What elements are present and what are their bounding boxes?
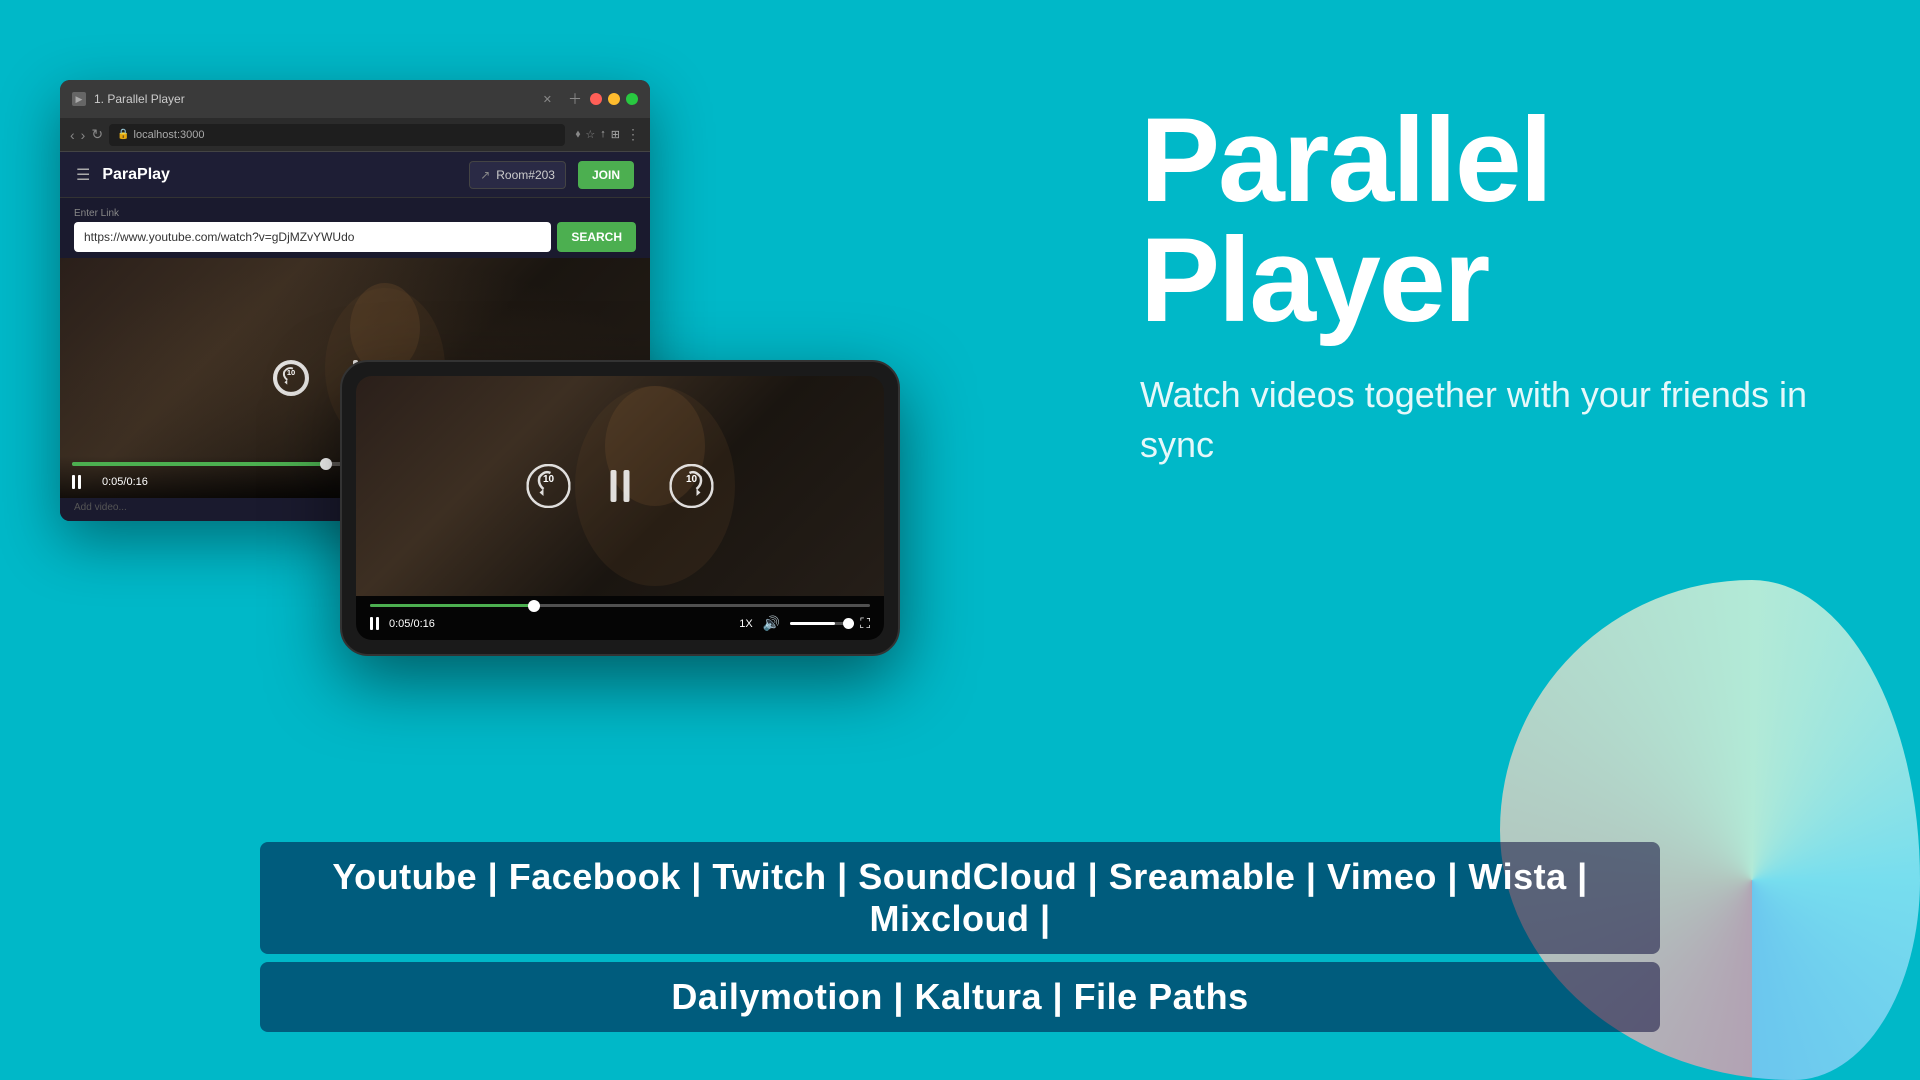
search-button[interactable]: SEARCH [557, 222, 636, 252]
phone-pause-icon [611, 470, 630, 502]
rewind-button[interactable]: 10 [273, 360, 309, 396]
phone-forward-button[interactable]: 10 [670, 464, 714, 508]
phone-pause-bar-right [624, 470, 630, 502]
traffic-lights [590, 93, 638, 105]
browser-favicon-icon: ▶ [72, 92, 86, 106]
browser-menu-icon[interactable]: ⋮ [626, 126, 640, 143]
phone-progress-handle[interactable] [528, 600, 540, 612]
phone-screen: 10 10 [356, 376, 884, 640]
phone-volume-fill [790, 622, 835, 625]
browser-titlebar: ▶ 1. Parallel Player ✕ ＋ [60, 80, 650, 118]
browser-tab-title: 1. Parallel Player [94, 92, 535, 106]
bottom-banner: Youtube | Facebook | Twitch | SoundCloud… [260, 842, 1660, 1040]
bottom-pause-bar-left [72, 475, 75, 489]
phone-rewind-button[interactable]: 10 [527, 464, 571, 508]
svg-text:10: 10 [287, 368, 295, 377]
tab-add-icon[interactable]: ＋ [568, 89, 582, 109]
banner-text-line1: Youtube | Facebook | Twitch | SoundCloud… [332, 856, 1587, 939]
phone-fullscreen-button[interactable]: ⛶ [860, 615, 870, 632]
bottom-pause-button[interactable] [72, 472, 92, 492]
phone-player-controls: 10 10 [527, 464, 714, 508]
bottom-pause-bar-right [78, 475, 81, 489]
room-number: Room#203 [496, 168, 555, 182]
bookmark-icon: ☆ [585, 128, 595, 141]
app-header: ☰ ParaPlay ↗ Room#203 JOIN [60, 152, 650, 198]
phone-volume-handle[interactable] [843, 618, 854, 629]
banner-text-line2: Dailymotion | Kaltura | File Paths [671, 976, 1248, 1017]
phone-pause-btn-sm[interactable] [370, 617, 379, 630]
main-title-line1: Parallel [1140, 100, 1840, 220]
back-button[interactable]: ‹ [70, 127, 75, 143]
tab-close-icon[interactable]: ✕ [543, 93, 552, 106]
share-icon: ↑ [600, 128, 606, 141]
phone-video: 10 10 [356, 376, 884, 596]
phone-frame: 10 10 [340, 360, 900, 656]
browser-nav: ‹ › ↻ 🔒 localhost:3000 ⬧ ☆ ↑ ⊞ ⋮ [60, 118, 650, 152]
refresh-button[interactable]: ↻ [91, 126, 103, 143]
phone-volume-bar[interactable] [790, 622, 850, 625]
extensions-icon: ⬧ [575, 128, 580, 141]
svg-text:10: 10 [686, 474, 698, 485]
join-button[interactable]: JOIN [578, 161, 634, 189]
url-input[interactable] [74, 222, 551, 252]
phone-current-time: 0:05 [389, 618, 410, 630]
phone-controls-row: 0:05/0:16 1X 🔊 ⛶ [370, 615, 870, 632]
svg-text:10: 10 [543, 474, 555, 485]
hamburger-menu-icon[interactable]: ☰ [76, 165, 90, 185]
banner-row-2: Dailymotion | Kaltura | File Paths [260, 962, 1660, 1032]
search-row: SEARCH [74, 222, 636, 252]
main-title: Parallel Player [1140, 100, 1840, 340]
mobile-device: 10 10 [340, 360, 900, 656]
search-section: Enter Link SEARCH [60, 198, 650, 258]
phone-total-time: 0:16 [413, 618, 434, 630]
traffic-light-green[interactable] [626, 93, 638, 105]
room-icon: ↗ [480, 168, 490, 182]
right-section: Parallel Player Watch videos together wi… [1140, 100, 1840, 471]
progress-fill [72, 462, 327, 466]
banner-row-1: Youtube | Facebook | Twitch | SoundCloud… [260, 842, 1660, 954]
traffic-light-red[interactable] [590, 93, 602, 105]
total-time: 0:16 [126, 476, 147, 488]
enter-link-label: Enter Link [74, 208, 636, 219]
room-input[interactable]: ↗ Room#203 [469, 161, 566, 189]
phone-pause-button[interactable] [611, 470, 630, 502]
settings-icon: ⊞ [611, 128, 620, 141]
address-bar[interactable]: 🔒 localhost:3000 [109, 124, 565, 146]
traffic-light-yellow[interactable] [608, 93, 620, 105]
url-display: localhost:3000 [134, 129, 205, 141]
app-logo: ParaPlay [102, 166, 170, 184]
phone-speed-display[interactable]: 1X [739, 618, 752, 630]
time-display: 0:05/0:16 [102, 476, 148, 488]
phone-bottom-bar: 0:05/0:16 1X 🔊 ⛶ [356, 596, 884, 640]
phone-progress-bar[interactable] [370, 604, 870, 607]
phone-volume-icon[interactable]: 🔊 [763, 615, 780, 632]
phone-time-display: 0:05/0:16 [389, 618, 435, 630]
main-title-line2: Player [1140, 220, 1840, 340]
current-time: 0:05 [102, 476, 123, 488]
subtitle: Watch videos together with your friends … [1140, 370, 1840, 471]
progress-handle[interactable] [320, 458, 332, 470]
phone-pause-sm-right [376, 617, 379, 630]
phone-pause-bar-left [611, 470, 617, 502]
forward-button[interactable]: › [81, 127, 86, 143]
phone-progress-fill [370, 604, 535, 607]
phone-pause-sm-left [370, 617, 373, 630]
